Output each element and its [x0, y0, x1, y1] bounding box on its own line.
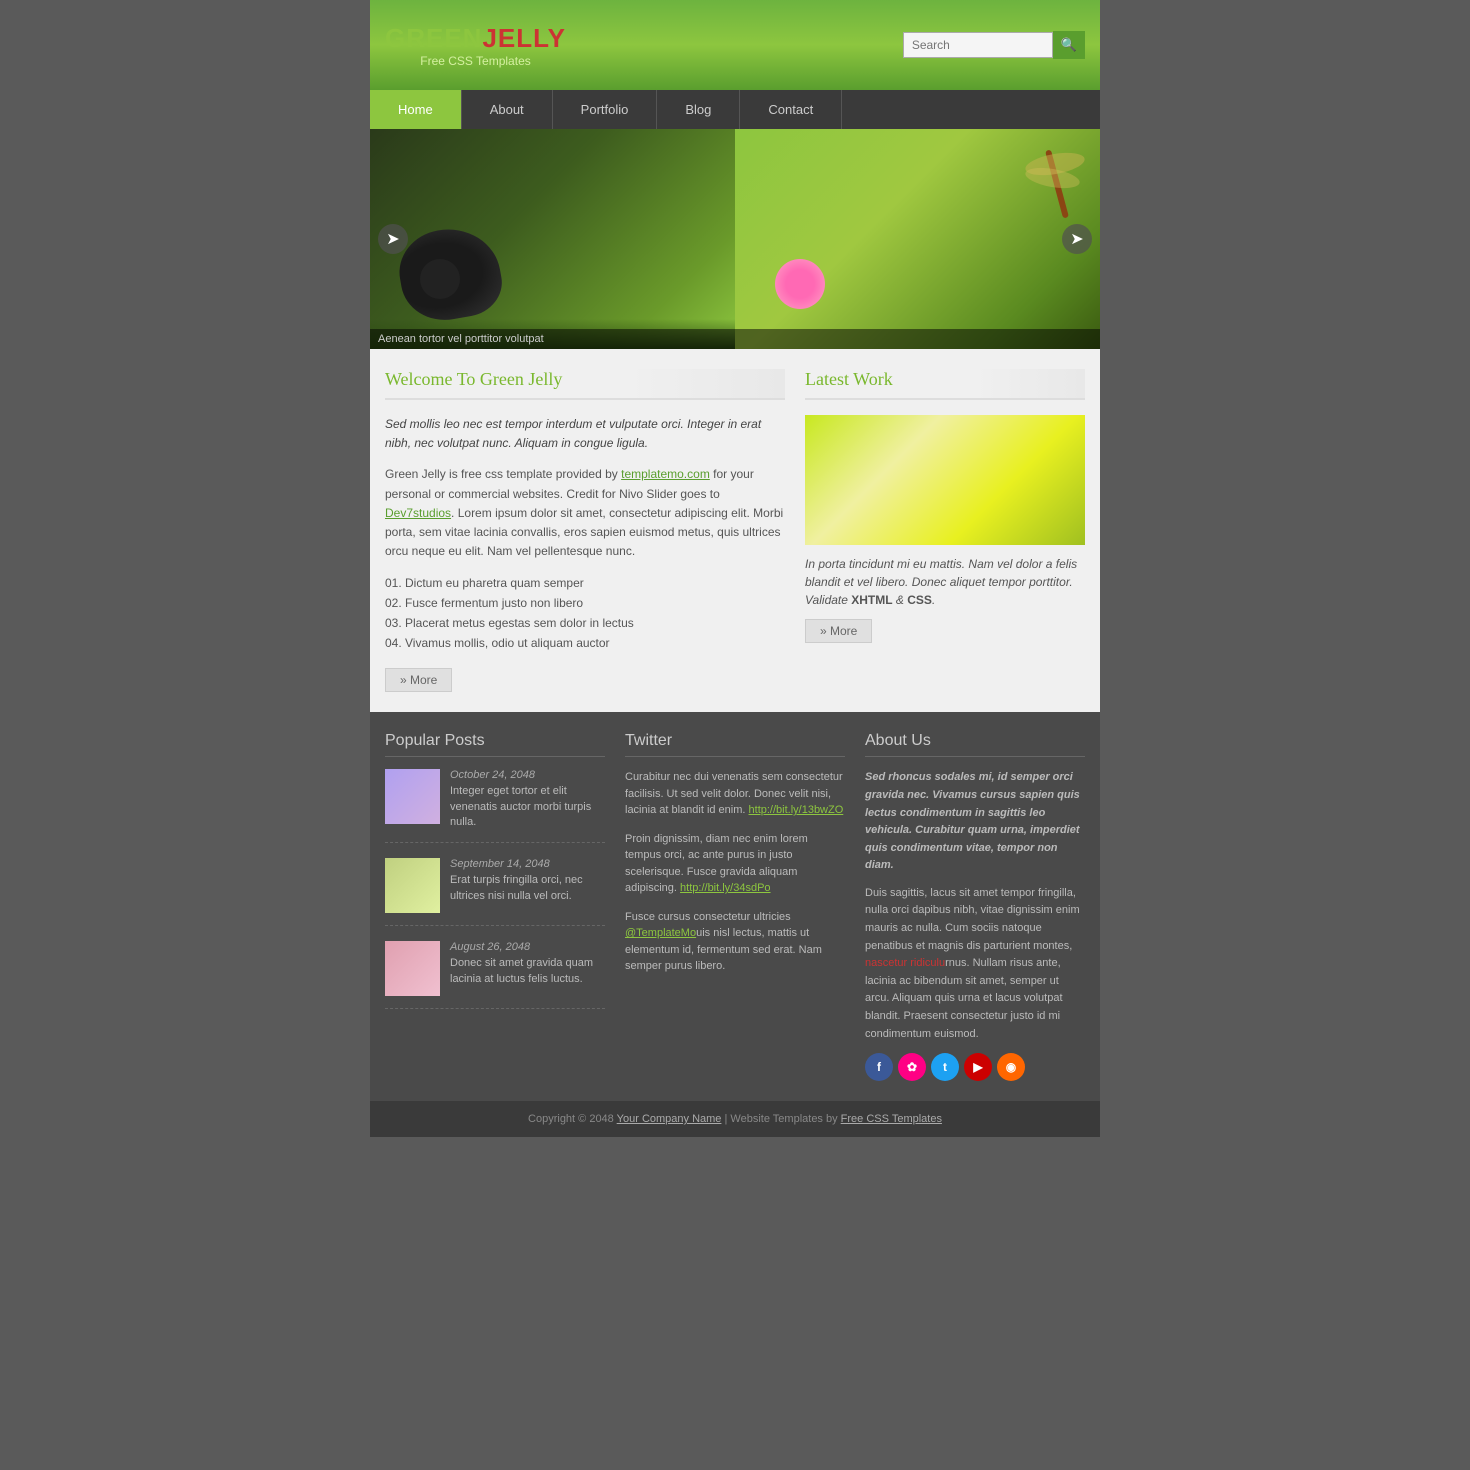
- footer-copyright: Copyright © 2048: [528, 1113, 617, 1125]
- footer-templates-text: Website Templates by: [730, 1113, 840, 1125]
- post-thumbnail: [385, 858, 440, 913]
- nav: Home About Portfolio Blog Contact: [370, 90, 1100, 129]
- post-text: Integer eget tortor et elit venenatis au…: [450, 784, 605, 830]
- latest-work-title: Latest Work: [805, 369, 1085, 400]
- about-us-section: About Us Sed rhoncus sodales mi, id semp…: [865, 732, 1085, 1081]
- about-para2: Duis sagittis, lacus sit amet tempor fri…: [865, 885, 1085, 1043]
- social-icons: f ✿ t ▶ ◉: [865, 1053, 1085, 1081]
- xhtml-label: XHTML: [851, 593, 892, 607]
- flickr-icon[interactable]: ✿: [898, 1053, 926, 1081]
- post-date: September 14, 2048: [450, 858, 605, 870]
- tweet-item: Fusce cursus consectetur ultricies @Temp…: [625, 909, 845, 975]
- work-and: &: [893, 593, 908, 607]
- post-info: August 26, 2048 Donec sit amet gravida q…: [450, 941, 605, 996]
- work-caption-text: In porta tincidunt mi eu mattis. Nam vel…: [805, 557, 1077, 607]
- work-image: [805, 415, 1085, 545]
- list-item: 03. Placerat metus egestas sem dolor in …: [385, 613, 785, 633]
- nav-portfolio[interactable]: Portfolio: [553, 90, 658, 129]
- list-item: 04. Vivamus mollis, odio ut aliquam auct…: [385, 633, 785, 653]
- about-para1: Sed rhoncus sodales mi, id semper orci g…: [865, 769, 1085, 875]
- slider-left-panel: [370, 129, 735, 349]
- tweet-link-3[interactable]: @TemplateMo: [625, 927, 696, 939]
- work-more-button[interactable]: » More: [805, 619, 872, 643]
- nav-about[interactable]: About: [462, 90, 553, 129]
- css-label: CSS: [907, 593, 932, 607]
- slider-images: [370, 129, 1100, 349]
- main-content: Welcome To Green Jelly Sed mollis leo ne…: [370, 349, 1100, 712]
- slider-right-panel: [735, 129, 1100, 349]
- tweet-link-1[interactable]: http://bit.ly/13bwZO: [749, 804, 844, 816]
- nav-blog[interactable]: Blog: [657, 90, 740, 129]
- work-caption: In porta tincidunt mi eu mattis. Nam vel…: [805, 555, 1085, 609]
- post-thumbnail: [385, 941, 440, 996]
- post-item: August 26, 2048 Donec sit amet gravida q…: [385, 941, 605, 1009]
- work-period: .: [932, 593, 935, 607]
- post-info: September 14, 2048 Erat turpis fringilla…: [450, 858, 605, 913]
- dev7studios-link[interactable]: Dev7studios: [385, 506, 451, 520]
- nav-contact[interactable]: Contact: [740, 90, 842, 129]
- logo-text: GREENJELLY: [385, 23, 566, 54]
- tweet-item: Curabitur nec dui venenatis sem consecte…: [625, 769, 845, 819]
- header: GREENJELLY Free CSS Templates 🔍: [370, 0, 1100, 90]
- welcome-list: 01. Dictum eu pharetra quam semper 02. F…: [385, 573, 785, 653]
- tweet-text-3: Fusce cursus consectetur ultricies: [625, 911, 791, 923]
- welcome-body1: Green Jelly is free css template provide…: [385, 467, 621, 481]
- post-date: October 24, 2048: [450, 769, 605, 781]
- welcome-title: Welcome To Green Jelly: [385, 369, 785, 400]
- logo-red: JELLY: [482, 23, 566, 53]
- logo-subtitle: Free CSS Templates: [385, 54, 566, 68]
- tweet-link-2[interactable]: http://bit.ly/34sdPo: [680, 882, 771, 894]
- footer-templates-link[interactable]: Free CSS Templates: [841, 1113, 942, 1125]
- post-item: October 24, 2048 Integer eget tortor et …: [385, 769, 605, 843]
- slider-caption: Aenean tortor vel porttitor volutpat: [370, 329, 1100, 349]
- slider-prev-button[interactable]: ➤: [378, 224, 408, 254]
- nav-home[interactable]: Home: [370, 90, 462, 129]
- rss-icon[interactable]: ◉: [997, 1053, 1025, 1081]
- post-text: Donec sit amet gravida quam lacinia at l…: [450, 956, 605, 987]
- post-item: September 14, 2048 Erat turpis fringilla…: [385, 858, 605, 926]
- popular-posts-title: Popular Posts: [385, 732, 605, 757]
- search-input[interactable]: [903, 32, 1053, 58]
- post-text: Erat turpis fringilla orci, nec ultrices…: [450, 873, 605, 904]
- search-box: 🔍: [903, 31, 1085, 59]
- twitter-section: Twitter Curabitur nec dui venenatis sem …: [625, 732, 845, 1081]
- site-footer: Copyright © 2048 Your Company Name | Web…: [370, 1101, 1100, 1137]
- tweet-item: Proin dignissim, diam nec enim lorem tem…: [625, 831, 845, 897]
- list-item: 02. Fusce fermentum justo non libero: [385, 593, 785, 613]
- footer-company-link[interactable]: Your Company Name: [617, 1113, 722, 1125]
- slider-next-button[interactable]: ➤: [1062, 224, 1092, 254]
- welcome-more-button[interactable]: » More: [385, 668, 452, 692]
- logo-green: GREEN: [385, 23, 482, 53]
- post-thumbnail: [385, 769, 440, 824]
- post-info: October 24, 2048 Integer eget tortor et …: [450, 769, 605, 830]
- popular-posts-section: Popular Posts October 24, 2048 Integer e…: [385, 732, 605, 1081]
- about-us-title: About Us: [865, 732, 1085, 757]
- twitter-title: Twitter: [625, 732, 845, 757]
- welcome-body: Green Jelly is free css template provide…: [385, 465, 785, 561]
- footer-sections: Popular Posts October 24, 2048 Integer e…: [370, 712, 1100, 1101]
- welcome-section: Welcome To Green Jelly Sed mollis leo ne…: [385, 369, 785, 692]
- list-item: 01. Dictum eu pharetra quam semper: [385, 573, 785, 593]
- youtube-icon[interactable]: ▶: [964, 1053, 992, 1081]
- welcome-intro: Sed mollis leo nec est tempor interdum e…: [385, 415, 785, 453]
- latest-work-section: Latest Work In porta tincidunt mi eu mat…: [805, 369, 1085, 692]
- twitter-icon[interactable]: t: [931, 1053, 959, 1081]
- templatemo-link[interactable]: templatemo.com: [621, 467, 710, 481]
- slider: ➤ ➤ Aenean tortor vel porttitor volutpat: [370, 129, 1100, 349]
- post-date: August 26, 2048: [450, 941, 605, 953]
- logo: GREENJELLY Free CSS Templates: [385, 23, 566, 68]
- search-button[interactable]: 🔍: [1053, 31, 1085, 59]
- facebook-icon[interactable]: f: [865, 1053, 893, 1081]
